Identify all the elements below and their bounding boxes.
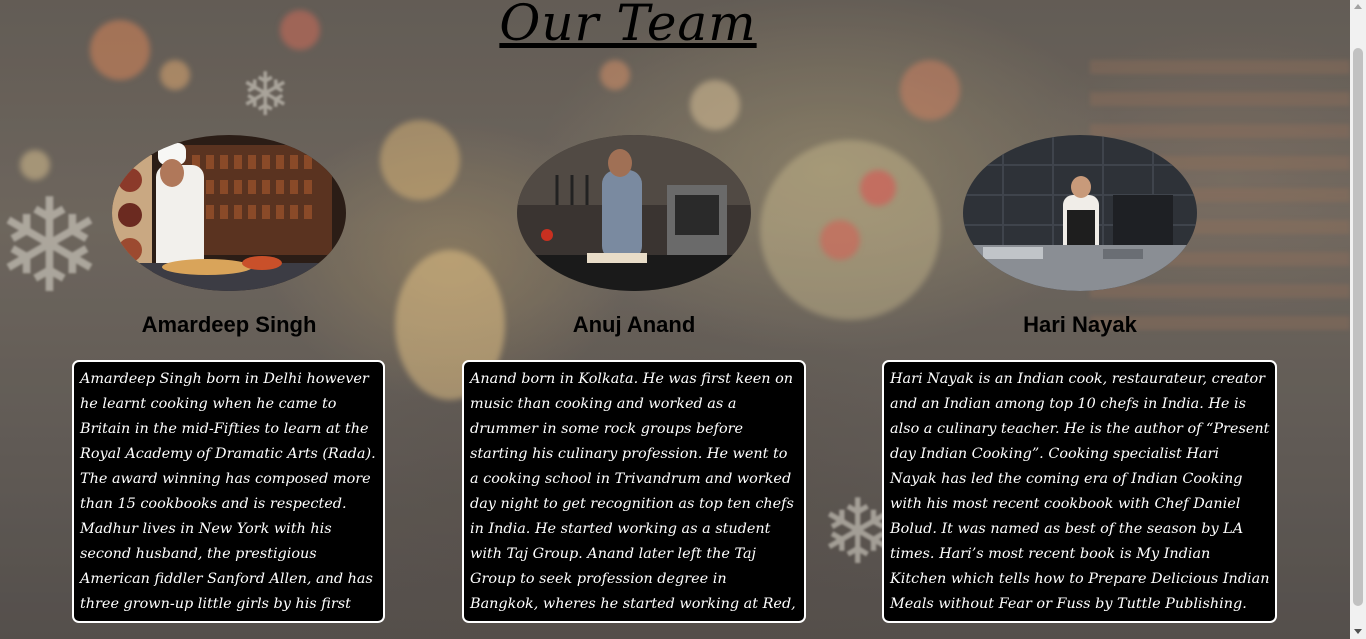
member-name: Hari Nayak <box>1023 312 1137 337</box>
vertical-scrollbar[interactable] <box>1350 0 1366 639</box>
scroll-down-arrow-icon[interactable] <box>1354 629 1362 634</box>
bio-text: Amardeep Singh born in Delhi however he … <box>80 371 376 612</box>
chef-photo <box>112 135 346 291</box>
bio-text: Hari Nayak is an Indian cook, restaurate… <box>890 371 1270 612</box>
scrollbar-thumb[interactable] <box>1353 48 1363 606</box>
bio-card: Hari Nayak is an Indian cook, restaurate… <box>882 360 1277 623</box>
member-name: Amardeep Singh <box>141 312 317 337</box>
chef-photo <box>963 135 1197 291</box>
bio-card: Anand born in Kolkata. He was first keen… <box>462 360 806 623</box>
scroll-up-arrow-icon[interactable] <box>1354 4 1362 9</box>
bio-text: Anand born in Kolkata. He was first keen… <box>470 371 796 612</box>
bio-card: Amardeep Singh born in Delhi however he … <box>72 360 385 623</box>
chef-photo <box>517 135 751 291</box>
member-name: Anuj Anand <box>572 312 696 337</box>
page-title: Our Team <box>499 0 757 52</box>
